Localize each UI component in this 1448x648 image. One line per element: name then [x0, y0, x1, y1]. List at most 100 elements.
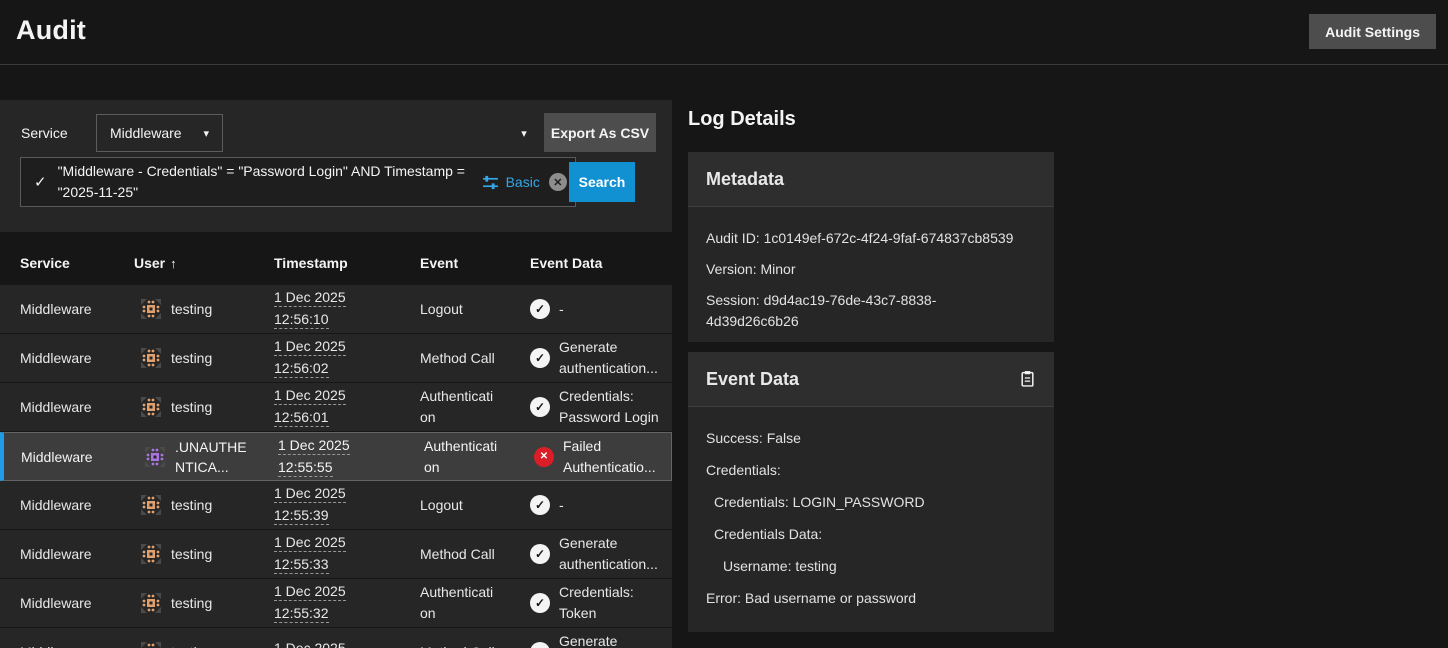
- table-row[interactable]: Middleware testing 1 Dec 2025 12:56:02 M…: [0, 334, 672, 383]
- metadata-title: Metadata: [706, 169, 784, 190]
- cell-event-data: Generate authentication...: [530, 631, 672, 648]
- timestamp-time: 12:56:02: [274, 360, 329, 378]
- export-csv-button[interactable]: Export As CSV: [544, 113, 656, 152]
- event-data-text: Credentials: Token: [559, 582, 669, 624]
- service-dropdown-value: Middleware: [110, 125, 182, 141]
- user-name: testing: [171, 299, 245, 319]
- cell-service: Middleware: [0, 350, 134, 366]
- cell-event: Logout: [420, 299, 530, 320]
- checkmark-icon: ✓: [34, 173, 47, 191]
- timestamp-date: 1 Dec 2025: [274, 387, 346, 405]
- cell-user: testing: [134, 543, 274, 565]
- column-header-event-data[interactable]: Event Data: [530, 255, 672, 271]
- cell-event-data: Credentials: Token: [530, 582, 672, 624]
- user-name: testing: [171, 544, 245, 564]
- cell-timestamp[interactable]: 1 Dec 2025 12:56:02: [274, 338, 420, 378]
- cell-timestamp[interactable]: 1 Dec 2025 12:55:32: [274, 583, 420, 623]
- cell-event: Method Call: [420, 642, 530, 648]
- column-header-user-label: User: [134, 255, 165, 271]
- user-name: .UNAUTHENTICA...: [175, 437, 249, 477]
- event-data-line: Error: Bad username or password: [706, 588, 1036, 608]
- cell-timestamp[interactable]: 1 Dec 2025 12:55:39: [274, 485, 420, 525]
- cell-timestamp[interactable]: 1 Dec 2025: [274, 640, 420, 648]
- table-header-row: Service User ↑ Timestamp Event Event Data: [0, 240, 672, 285]
- event-data-line: Credentials:: [706, 460, 1036, 480]
- chevron-down-icon: ▾: [203, 127, 209, 140]
- cell-event: Method Call: [420, 544, 530, 565]
- filter-panel: Service Middleware ▾ ▾ Export As CSV ✓ "…: [0, 100, 672, 232]
- service-label: Service: [21, 125, 68, 141]
- event-data-text: -: [559, 299, 669, 320]
- cell-event-data: -: [530, 299, 672, 320]
- timestamp-date: 1 Dec 2025: [278, 437, 350, 455]
- table-row[interactable]: Middleware testing 1 Dec 2025 Method Cal…: [0, 628, 672, 648]
- user-avatar-icon: [140, 543, 162, 565]
- search-button[interactable]: Search: [569, 162, 635, 202]
- search-query-text[interactable]: "Middleware - Credentials" = "Password L…: [58, 161, 478, 203]
- chevron-down-icon: ▾: [521, 127, 527, 140]
- timestamp-time: 12:55:33: [274, 556, 329, 574]
- cell-timestamp[interactable]: 1 Dec 2025 12:55:33: [274, 534, 420, 574]
- user-name: testing: [171, 495, 245, 515]
- table-row[interactable]: Middleware testing 1 Dec 2025 12:55:39 L…: [0, 481, 672, 530]
- column-header-timestamp[interactable]: Timestamp: [274, 255, 420, 271]
- cell-timestamp[interactable]: 1 Dec 2025 12:55:55: [278, 437, 424, 477]
- cell-user: testing: [134, 494, 274, 516]
- user-avatar-icon: [140, 347, 162, 369]
- copy-event-data-button[interactable]: [1018, 370, 1036, 388]
- top-bar: Audit Audit Settings: [0, 0, 1448, 65]
- user-name: testing: [171, 348, 245, 368]
- cell-event: Logout: [420, 495, 530, 516]
- search-query-bar[interactable]: ✓ "Middleware - Credentials" = "Password…: [20, 157, 576, 207]
- event-data-text: Generate authentication...: [559, 631, 669, 648]
- metadata-session: Session: d9d4ac19-76de-43c7-8838-4d39d26…: [706, 290, 968, 332]
- user-avatar-icon: [140, 298, 162, 320]
- clear-query-icon[interactable]: ✕: [549, 173, 567, 191]
- event-data-line: Credentials Data:: [706, 524, 1036, 544]
- table-row-selected[interactable]: Middleware .UNAUTHENTICA... 1 Dec 2025 1…: [0, 432, 672, 481]
- clipboard-icon: [1019, 370, 1036, 387]
- event-data-text: Generate authentication...: [559, 533, 669, 575]
- settings-adjust-icon[interactable]: [482, 174, 499, 191]
- table-row[interactable]: Middleware testing 1 Dec 2025 12:56:10 L…: [0, 285, 672, 334]
- event-data-text: Credentials: Password Login: [559, 386, 669, 428]
- audit-settings-button[interactable]: Audit Settings: [1309, 14, 1436, 49]
- cell-timestamp[interactable]: 1 Dec 2025 12:56:01: [274, 387, 420, 427]
- service-dropdown[interactable]: Middleware ▾: [96, 114, 223, 152]
- user-avatar-icon: [140, 494, 162, 516]
- cell-event-data: Failed Authenticatio...: [534, 436, 676, 478]
- timestamp-time: 12:55:39: [274, 507, 329, 525]
- table-row[interactable]: Middleware testing 1 Dec 2025 12:55:33 M…: [0, 530, 672, 579]
- event-data-line: Username: testing: [706, 556, 1036, 576]
- cell-service: Middleware: [0, 301, 134, 317]
- table-row[interactable]: Middleware testing 1 Dec 2025 12:55:32 A…: [0, 579, 672, 628]
- status-icon: [530, 348, 550, 368]
- timestamp-time: 12:56:01: [274, 409, 329, 427]
- column-header-event[interactable]: Event: [420, 255, 530, 271]
- timestamp-date: 1 Dec 2025: [274, 485, 346, 503]
- sort-ascending-icon: ↑: [170, 256, 177, 271]
- cell-event: Authentication: [420, 386, 530, 428]
- column-header-service[interactable]: Service: [0, 255, 134, 271]
- cell-timestamp[interactable]: 1 Dec 2025 12:56:10: [274, 289, 420, 329]
- status-icon: [530, 642, 550, 648]
- metadata-card: Metadata Audit ID: 1c0149ef-672c-4f24-9f…: [688, 152, 1054, 342]
- cell-event: Authentication: [424, 436, 534, 478]
- column-header-user[interactable]: User ↑: [134, 255, 274, 271]
- event-data-line: Credentials: LOGIN_PASSWORD: [706, 492, 1036, 512]
- user-avatar-icon: [140, 396, 162, 418]
- status-icon: [534, 447, 554, 467]
- metadata-body: Audit ID: 1c0149ef-672c-4f24-9faf-674837…: [688, 207, 1054, 332]
- cell-service: Middleware: [0, 644, 134, 648]
- timestamp-date: 1 Dec 2025: [274, 640, 346, 648]
- table-row[interactable]: Middleware testing 1 Dec 2025 12:56:01 A…: [0, 383, 672, 432]
- cell-user: testing: [134, 641, 274, 648]
- basic-mode-toggle[interactable]: Basic: [506, 174, 540, 190]
- status-icon: [530, 593, 550, 613]
- status-icon: [530, 495, 550, 515]
- cell-user: testing: [134, 347, 274, 369]
- secondary-dropdown[interactable]: ▾: [512, 121, 536, 145]
- metadata-audit-id: Audit ID: 1c0149ef-672c-4f24-9faf-674837…: [706, 228, 1036, 249]
- cell-service: Middleware: [0, 595, 134, 611]
- cell-event-data: -: [530, 495, 672, 516]
